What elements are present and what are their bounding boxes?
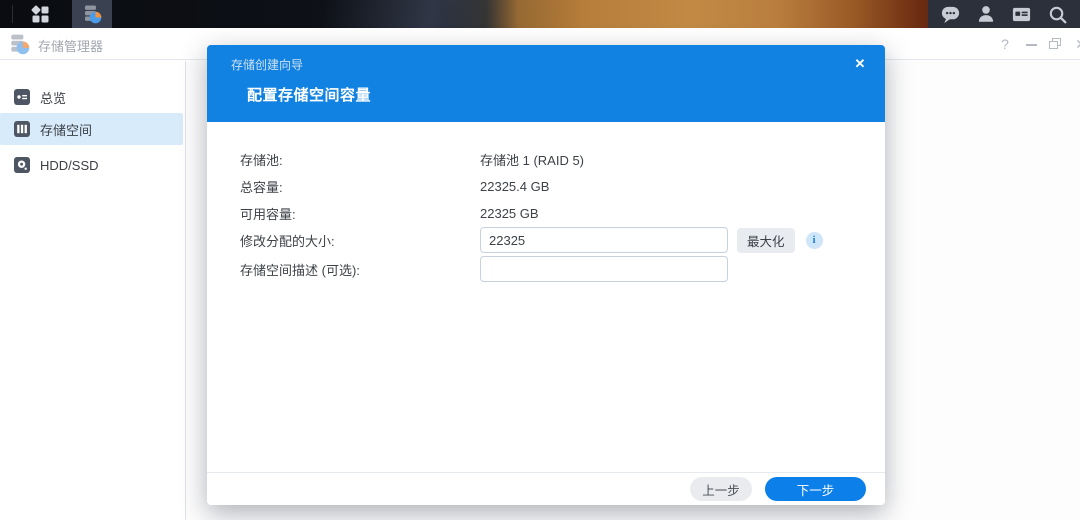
storage-manager-icon — [82, 4, 102, 24]
maximize-button[interactable]: 最大化 — [737, 228, 795, 253]
sidebar-item-overview[interactable]: 总览 — [0, 81, 183, 113]
dialog-close-icon[interactable]: ✕ — [849, 53, 871, 75]
storage-pool-label: 存储池: — [240, 150, 480, 169]
storage-pool-row: 存储池: 存储池 1 (RAID 5) — [240, 150, 857, 169]
storage-pool-value: 存储池 1 (RAID 5) — [480, 150, 584, 169]
minimize-icon[interactable] — [1022, 34, 1040, 54]
system-tray — [928, 0, 1080, 28]
available-capacity-value: 22325 GB — [480, 206, 539, 221]
user-icon — [976, 4, 996, 24]
sidebar-item-label: HDD/SSD — [40, 158, 99, 173]
sidebar-item-hdd-ssd[interactable]: HDD/SSD — [0, 149, 183, 181]
available-capacity-row: 可用容量: 22325 GB — [240, 204, 857, 223]
taskbar-divider — [12, 5, 13, 23]
dialog-header: 存储创建向导 配置存储空间容量 ✕ — [207, 45, 885, 122]
info-icon[interactable]: i — [806, 232, 823, 249]
back-button[interactable]: 上一步 — [690, 477, 752, 501]
volume-description-label: 存储空间描述 (可选): — [240, 260, 480, 279]
taskbar — [0, 0, 1080, 28]
help-icon[interactable]: ? — [996, 34, 1014, 54]
window-title: 存储管理器 — [38, 36, 103, 55]
volume-description-row: 存储空间描述 (可选): — [240, 256, 857, 282]
search-icon — [1047, 4, 1068, 25]
volume-icon — [14, 121, 30, 137]
total-capacity-row: 总容量: 22325.4 GB — [240, 177, 857, 196]
storage-creation-wizard-dialog: 存储创建向导 配置存储空间容量 ✕ 存储池: 存储池 1 (RAID 5) 总容… — [207, 45, 885, 505]
allocated-size-row: 修改分配的大小: 最大化 i — [240, 227, 857, 253]
total-capacity-label: 总容量: — [240, 177, 480, 196]
hdd-ssd-icon — [14, 157, 30, 173]
main-menu-icon — [31, 5, 50, 24]
sidebar: 总览 存储空间 HDD/SSD — [0, 61, 186, 520]
chat-button[interactable] — [938, 1, 964, 27]
search-button[interactable] — [1044, 1, 1070, 27]
sidebar-item-label: 存储空间 — [40, 120, 92, 139]
dialog-step-heading: 配置存储空间容量 — [247, 84, 371, 105]
chat-icon — [940, 4, 961, 25]
allocated-size-label: 修改分配的大小: — [240, 231, 480, 250]
volume-description-input[interactable] — [480, 256, 728, 282]
window-close-icon[interactable]: ✕ — [1072, 34, 1080, 54]
widgets-icon — [1011, 4, 1032, 25]
storage-manager-icon — [8, 33, 30, 60]
sidebar-item-label: 总览 — [40, 88, 66, 107]
sidebar-item-volume[interactable]: 存储空间 — [0, 113, 183, 145]
next-button[interactable]: 下一步 — [765, 477, 866, 501]
total-capacity-value: 22325.4 GB — [480, 179, 549, 194]
overview-icon — [14, 89, 30, 105]
dialog-title: 存储创建向导 — [231, 56, 303, 73]
user-button[interactable] — [973, 1, 999, 27]
available-capacity-label: 可用容量: — [240, 204, 480, 223]
restore-icon[interactable] — [1046, 34, 1064, 54]
dialog-footer: 上一步 下一步 — [207, 472, 885, 505]
taskbar-storage-manager-button[interactable] — [72, 0, 112, 28]
main-menu-button[interactable] — [20, 0, 60, 28]
allocated-size-input[interactable] — [480, 227, 728, 253]
widgets-button[interactable] — [1009, 1, 1035, 27]
